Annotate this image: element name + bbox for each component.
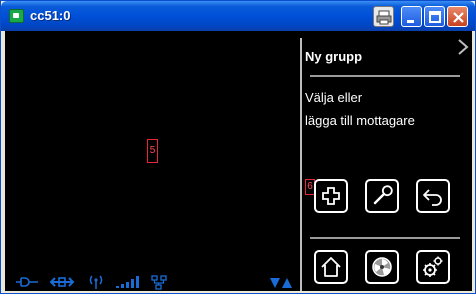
- signal-bars-icon: [116, 276, 139, 288]
- back-arrow-icon: [423, 189, 442, 206]
- wrench-icon: [373, 185, 393, 205]
- close-icon: [453, 12, 464, 23]
- network-link-icon: [49, 277, 75, 287]
- network-tree-icon: [151, 275, 167, 290]
- printer-icon: [376, 10, 392, 25]
- plus-icon: [322, 187, 340, 205]
- title-bar[interactable]: cc51:0: [1, 1, 475, 31]
- add-recipient-button[interactable]: [314, 179, 348, 213]
- minimize-button[interactable]: [401, 6, 422, 27]
- panel-divider: [300, 38, 302, 291]
- home-icon: [321, 257, 341, 277]
- gears-icon: [423, 256, 443, 277]
- print-button[interactable]: [373, 6, 394, 27]
- instruction-line-1: Välja eller: [305, 90, 363, 105]
- chevron-right-icon[interactable]: [457, 39, 469, 55]
- main-area-marker: 5: [147, 139, 158, 163]
- maximize-button[interactable]: [424, 6, 445, 27]
- status-bar: [5, 275, 297, 291]
- panel-header: Ny grupp: [305, 49, 363, 64]
- fan-icon: [372, 257, 392, 277]
- close-button[interactable]: [447, 6, 468, 27]
- instruction-line-2: lägga till mottagare: [305, 113, 415, 128]
- home-button[interactable]: [314, 250, 348, 284]
- header-divider: [310, 75, 460, 77]
- app-window: cc51:0 5 Ny grupp Välja eller lägga till…: [0, 0, 476, 294]
- button-divider: [310, 237, 460, 239]
- ventilation-button[interactable]: [365, 250, 399, 284]
- scroll-arrows-icon[interactable]: [269, 275, 293, 289]
- app-icon[interactable]: [9, 9, 24, 23]
- device-screen: 5 Ny grupp Välja eller lägga till mottag…: [5, 31, 472, 291]
- back-button[interactable]: [416, 179, 450, 213]
- maximize-icon: [429, 11, 441, 23]
- antenna-icon: [89, 275, 103, 289]
- window-title: cc51:0: [30, 8, 71, 23]
- power-plug-icon: [16, 277, 38, 287]
- system-settings-button[interactable]: [416, 250, 450, 284]
- minimize-icon: [407, 20, 414, 23]
- settings-tool-button[interactable]: [365, 179, 399, 213]
